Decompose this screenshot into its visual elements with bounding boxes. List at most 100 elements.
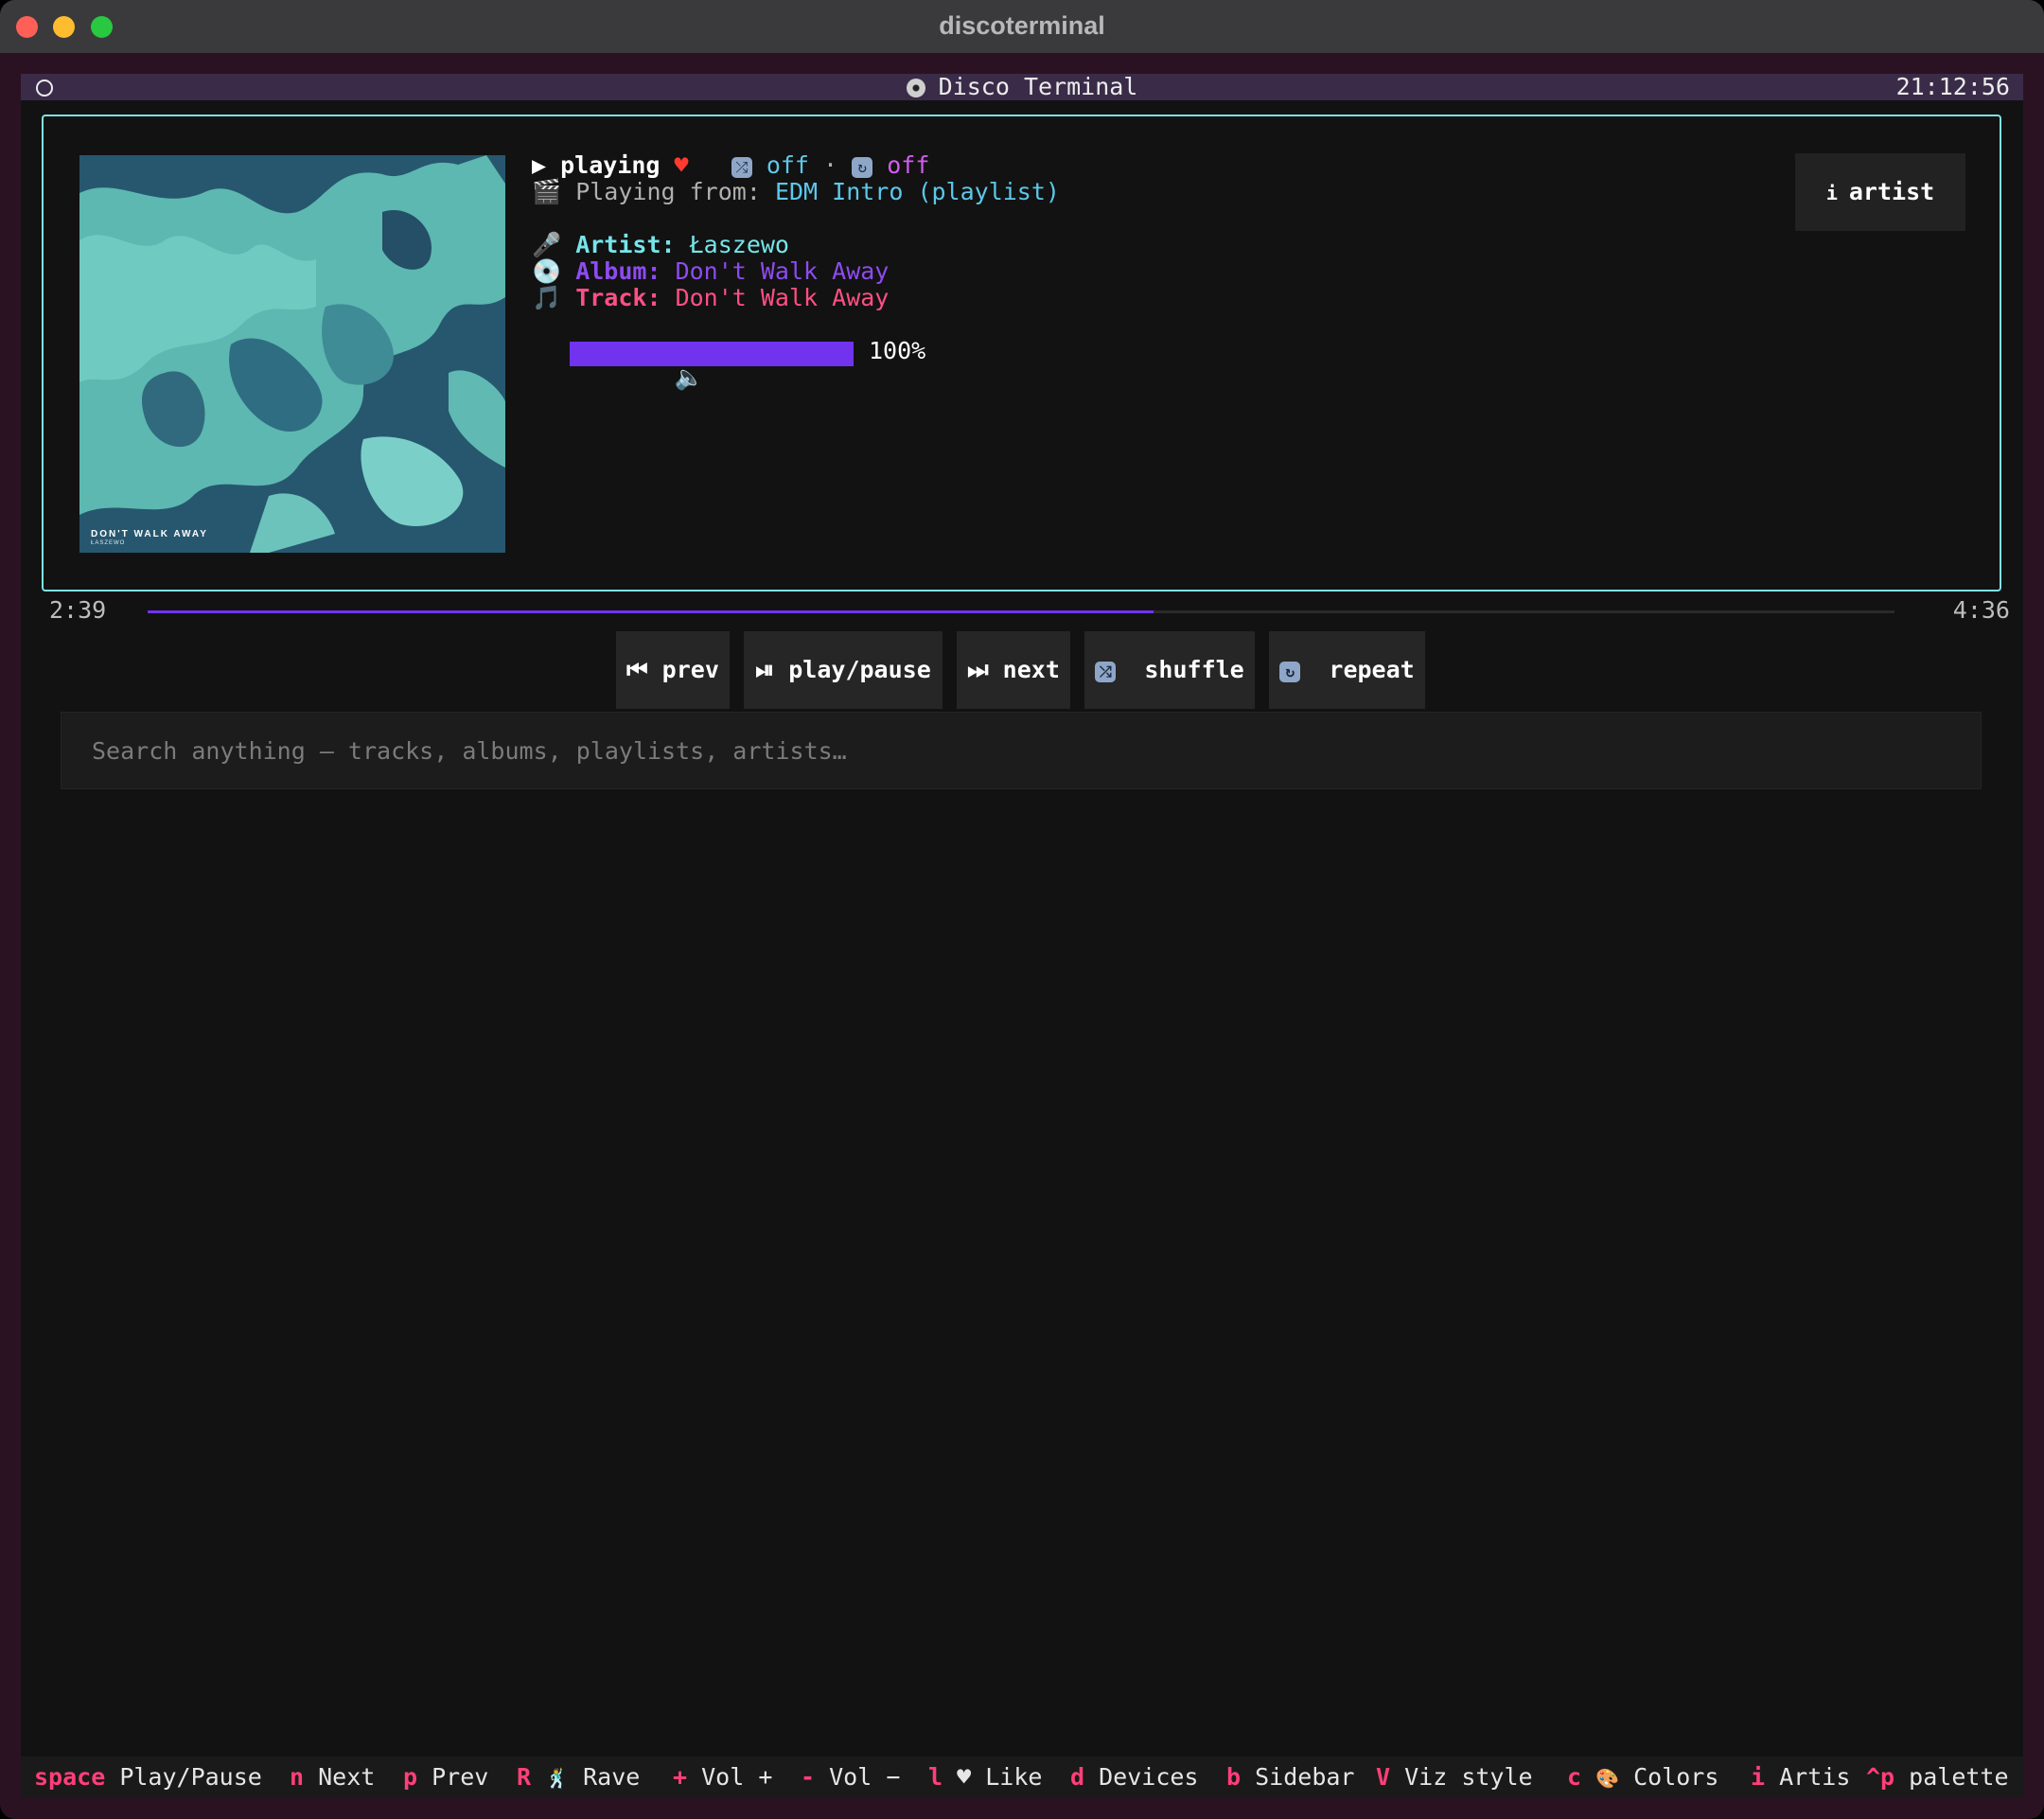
hint-key: p — [403, 1763, 418, 1791]
hint-label: ♥ Like — [957, 1763, 1043, 1791]
hint-next[interactable]: n Next — [290, 1757, 375, 1798]
info-icon: i — [1825, 182, 1838, 204]
hint-key: i — [1751, 1763, 1766, 1791]
window-title: discoterminal — [939, 11, 1105, 40]
keybinding-footer: space Play/Pause n Next p Prev R 🕺 Rave … — [21, 1757, 2023, 1798]
dancer-icon: 🕺 — [545, 1767, 570, 1790]
hint-key: R — [517, 1763, 532, 1791]
disc-icon — [906, 79, 925, 97]
hint-artist[interactable]: i Artis — [1751, 1757, 1850, 1798]
hint-label: Sidebar — [1255, 1763, 1355, 1791]
cover-title: DON'T WALK AWAY — [91, 529, 208, 539]
app-header: Disco Terminal 21:12:56 — [21, 74, 2023, 100]
volume-bar[interactable] — [570, 342, 854, 366]
hint-sidebar[interactable]: b Sidebar — [1226, 1757, 1354, 1798]
repeat-button[interactable]: ↻ repeat — [1269, 631, 1425, 709]
app-window: discoterminal Disco Terminal 21:12:56 DO… — [0, 0, 2044, 1819]
track-label: Track: — [575, 284, 661, 311]
hint-key: V — [1376, 1763, 1391, 1791]
artist-button-label: artist — [1848, 178, 1935, 205]
volume-percent: 100% — [869, 337, 926, 364]
heart-icon: ♥ — [674, 151, 689, 179]
prev-button[interactable]: ⏮ prev — [616, 631, 730, 709]
palette-icon: 🎨 — [1595, 1767, 1620, 1790]
playback-controls: ⏮ prev ⏯ play/pause ⏭ next ⤮ shuffle ↻ r… — [21, 631, 2023, 709]
hint-label: Play/Pause — [119, 1763, 262, 1791]
search-input[interactable]: Search anything — tracks, albums, playli… — [61, 712, 1982, 789]
speaker-icon: 🔈 — [674, 363, 704, 391]
hint-label: palette — [1909, 1763, 2009, 1791]
playback-status-line: ▶ playing ♥ ⤮ off · ↻ off — [532, 152, 929, 179]
hint-key: + — [673, 1763, 688, 1791]
artist-line: 🎤 Artist: Łaszewo — [532, 232, 789, 258]
artist-value: Łaszewo — [689, 231, 789, 258]
source-line: 🎬 Playing from: EDM Intro (playlist) — [532, 179, 1060, 205]
hint-label: Devices — [1099, 1763, 1199, 1791]
shuffle-button[interactable]: ⤮ shuffle — [1084, 631, 1255, 709]
play-state: playing — [560, 151, 661, 179]
hint-label: Vol − — [829, 1763, 901, 1791]
hint-key: n — [290, 1763, 305, 1791]
source-label: Playing from: — [575, 178, 761, 205]
microphone-icon: 🎤 — [532, 231, 562, 258]
hint-devices[interactable]: d Devices — [1070, 1757, 1198, 1798]
hint-label: Viz style — [1404, 1763, 1533, 1791]
play-pause-button[interactable]: ⏯ play/pause — [744, 631, 943, 709]
artist-button[interactable]: i artist — [1795, 153, 1965, 231]
next-button[interactable]: ⏭ next — [957, 631, 1070, 709]
repeat-button-icon: ↻ — [1279, 662, 1301, 682]
hint-key: c — [1567, 1763, 1582, 1791]
album-cover: DON'T WALK AWAY ŁASZEWO — [79, 155, 505, 553]
hint-rave[interactable]: R 🕺 Rave — [517, 1757, 640, 1798]
album-line: 💿 Album: Don't Walk Away — [532, 258, 889, 285]
track-value: Don't Walk Away — [675, 284, 890, 311]
hint-label: Artis — [1779, 1763, 1851, 1791]
clapper-icon: 🎬 — [532, 178, 562, 205]
shuffle-icon: ⤮ — [731, 157, 752, 178]
music-note-icon: 🎵 — [532, 284, 562, 311]
hint-vol-up[interactable]: + Vol + — [673, 1757, 772, 1798]
hint-like[interactable]: l ♥ Like — [928, 1757, 1042, 1798]
hint-label: Colors — [1633, 1763, 1719, 1791]
shuffle-button-label: shuffle — [1144, 656, 1244, 683]
play-state-icon: ▶ — [532, 151, 547, 179]
hint-palette[interactable]: ^p palette — [1866, 1757, 2009, 1798]
hint-label: Next — [318, 1763, 376, 1791]
hint-key: - — [801, 1763, 816, 1791]
progress-fill — [148, 610, 1154, 613]
album-label: Album: — [575, 257, 661, 285]
repeat-state: off — [887, 151, 930, 179]
hint-prev[interactable]: p Prev — [403, 1757, 488, 1798]
progress-bar[interactable] — [148, 610, 1894, 613]
hint-label: Prev — [432, 1763, 489, 1791]
hint-viz-style[interactable]: V Viz style — [1376, 1757, 1533, 1798]
track-line: 🎵 Track: Don't Walk Away — [532, 285, 889, 311]
hint-play-pause[interactable]: space Play/Pause — [34, 1757, 262, 1798]
hint-key: ^p — [1866, 1763, 1895, 1791]
hint-vol-down[interactable]: - Vol − — [801, 1757, 900, 1798]
volume-fill — [570, 342, 854, 366]
terminal-app: Disco Terminal 21:12:56 DON'T WALK AWAY — [21, 74, 2023, 1798]
disc-album-icon: 💿 — [532, 257, 562, 285]
total-time: 4:36 — [1952, 596, 2010, 624]
artist-label: Artist: — [575, 231, 676, 258]
hint-key: l — [928, 1763, 943, 1791]
progress-row: 2:39 4:36 — [21, 596, 2023, 630]
album-value: Don't Walk Away — [675, 257, 890, 285]
shuffle-state: off — [766, 151, 809, 179]
elapsed-time: 2:39 — [49, 596, 107, 624]
hint-key: b — [1226, 1763, 1242, 1791]
hint-key: d — [1070, 1763, 1085, 1791]
hint-key: space — [34, 1763, 106, 1791]
hint-label: Rave — [583, 1763, 641, 1791]
hint-colors[interactable]: c 🎨 Colors — [1567, 1757, 1718, 1798]
app-title-text: Disco Terminal — [938, 73, 1138, 100]
now-playing-panel: DON'T WALK AWAY ŁASZEWO ▶ playing ♥ ⤮ of… — [42, 115, 2001, 592]
window-titlebar: discoterminal — [0, 0, 2044, 54]
source-value: EDM Intro (playlist) — [774, 178, 1060, 205]
clock: 21:12:56 — [1895, 73, 2010, 100]
repeat-button-label: repeat — [1329, 656, 1415, 683]
separator-dot: · — [823, 151, 838, 179]
shuffle-button-icon: ⤮ — [1095, 662, 1117, 682]
cover-subtitle: ŁASZEWO — [91, 540, 126, 546]
